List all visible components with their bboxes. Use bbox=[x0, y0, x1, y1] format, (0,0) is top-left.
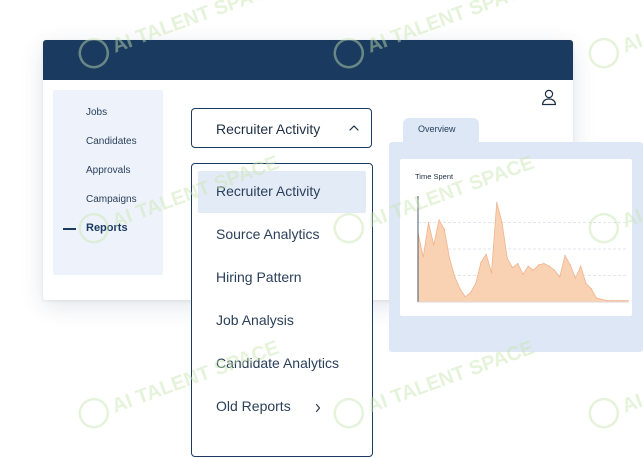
chart-point bbox=[438, 219, 440, 221]
chart-point bbox=[585, 282, 587, 285]
dropdown-option-label: Job Analysis bbox=[216, 312, 294, 328]
chart-point bbox=[454, 276, 456, 278]
chart-point bbox=[448, 257, 451, 259]
chart-point bbox=[538, 264, 540, 266]
chart-point bbox=[427, 221, 430, 224]
chart-point bbox=[564, 255, 566, 257]
dropdown-option-label: Hiring Pattern bbox=[216, 269, 302, 285]
chart-point bbox=[517, 262, 519, 265]
dropdown-option-hiring-pattern[interactable]: Hiring Pattern bbox=[198, 257, 366, 299]
chart-point bbox=[480, 261, 482, 263]
chart-point bbox=[511, 266, 514, 269]
chart-point bbox=[606, 300, 608, 302]
report-type-select-value: Recruiter Activity bbox=[216, 121, 321, 137]
chart-point bbox=[595, 297, 598, 299]
chevron-right-icon bbox=[315, 403, 321, 413]
dropdown-option-label: Recruiter Activity bbox=[216, 183, 321, 199]
chart-point bbox=[627, 300, 629, 302]
dropdown-option-candidate-analytics[interactable]: Candidate Analytics bbox=[198, 343, 366, 385]
dropdown-option-old-reports[interactable]: Old Reports bbox=[198, 386, 366, 428]
chart-point bbox=[501, 221, 503, 224]
chart-point bbox=[559, 276, 561, 278]
chart-point bbox=[590, 288, 592, 290]
time-spent-area-series bbox=[417, 202, 629, 303]
chart-point bbox=[527, 265, 529, 267]
chart-point bbox=[469, 292, 472, 294]
dropdown-option-label: Source Analytics bbox=[216, 226, 320, 242]
chart-point bbox=[580, 265, 582, 267]
chart-point bbox=[522, 273, 524, 275]
dropdown-option-label: Old Reports bbox=[216, 398, 291, 414]
chart-point bbox=[601, 298, 603, 300]
chart-point bbox=[532, 269, 535, 271]
chart-point bbox=[475, 282, 477, 285]
dropdown-option-job-analysis[interactable]: Job Analysis bbox=[198, 300, 366, 342]
chart-point bbox=[496, 202, 498, 204]
chart-point bbox=[490, 272, 493, 274]
chart-point bbox=[459, 288, 461, 290]
chart-point bbox=[485, 253, 487, 255]
chart-point bbox=[464, 296, 466, 298]
chart-point bbox=[616, 300, 619, 302]
chevron-up-icon bbox=[349, 125, 359, 131]
chart-point bbox=[433, 244, 435, 246]
chart-point bbox=[574, 277, 577, 279]
chart-point bbox=[548, 265, 550, 267]
report-type-select[interactable]: Recruiter Activity bbox=[191, 108, 372, 148]
chart-point bbox=[443, 228, 445, 230]
chart-point bbox=[553, 269, 556, 271]
page: Jobs Candidates Approvals Campaigns Repo… bbox=[0, 0, 643, 458]
dropdown-option-source-analytics[interactable]: Source Analytics bbox=[198, 214, 366, 256]
dropdown-option-recruiter-activity[interactable]: Recruiter Activity bbox=[198, 171, 366, 213]
chart-point bbox=[569, 264, 571, 266]
dropdown-option-label: Candidate Analytics bbox=[216, 355, 339, 371]
chart-point bbox=[622, 300, 624, 302]
chart-point bbox=[543, 262, 545, 265]
chart-point bbox=[422, 256, 424, 258]
report-type-dropdown: Recruiter Activity Source Analytics Hiri… bbox=[191, 163, 373, 457]
chart-point bbox=[611, 300, 613, 302]
chart-point bbox=[506, 257, 508, 259]
